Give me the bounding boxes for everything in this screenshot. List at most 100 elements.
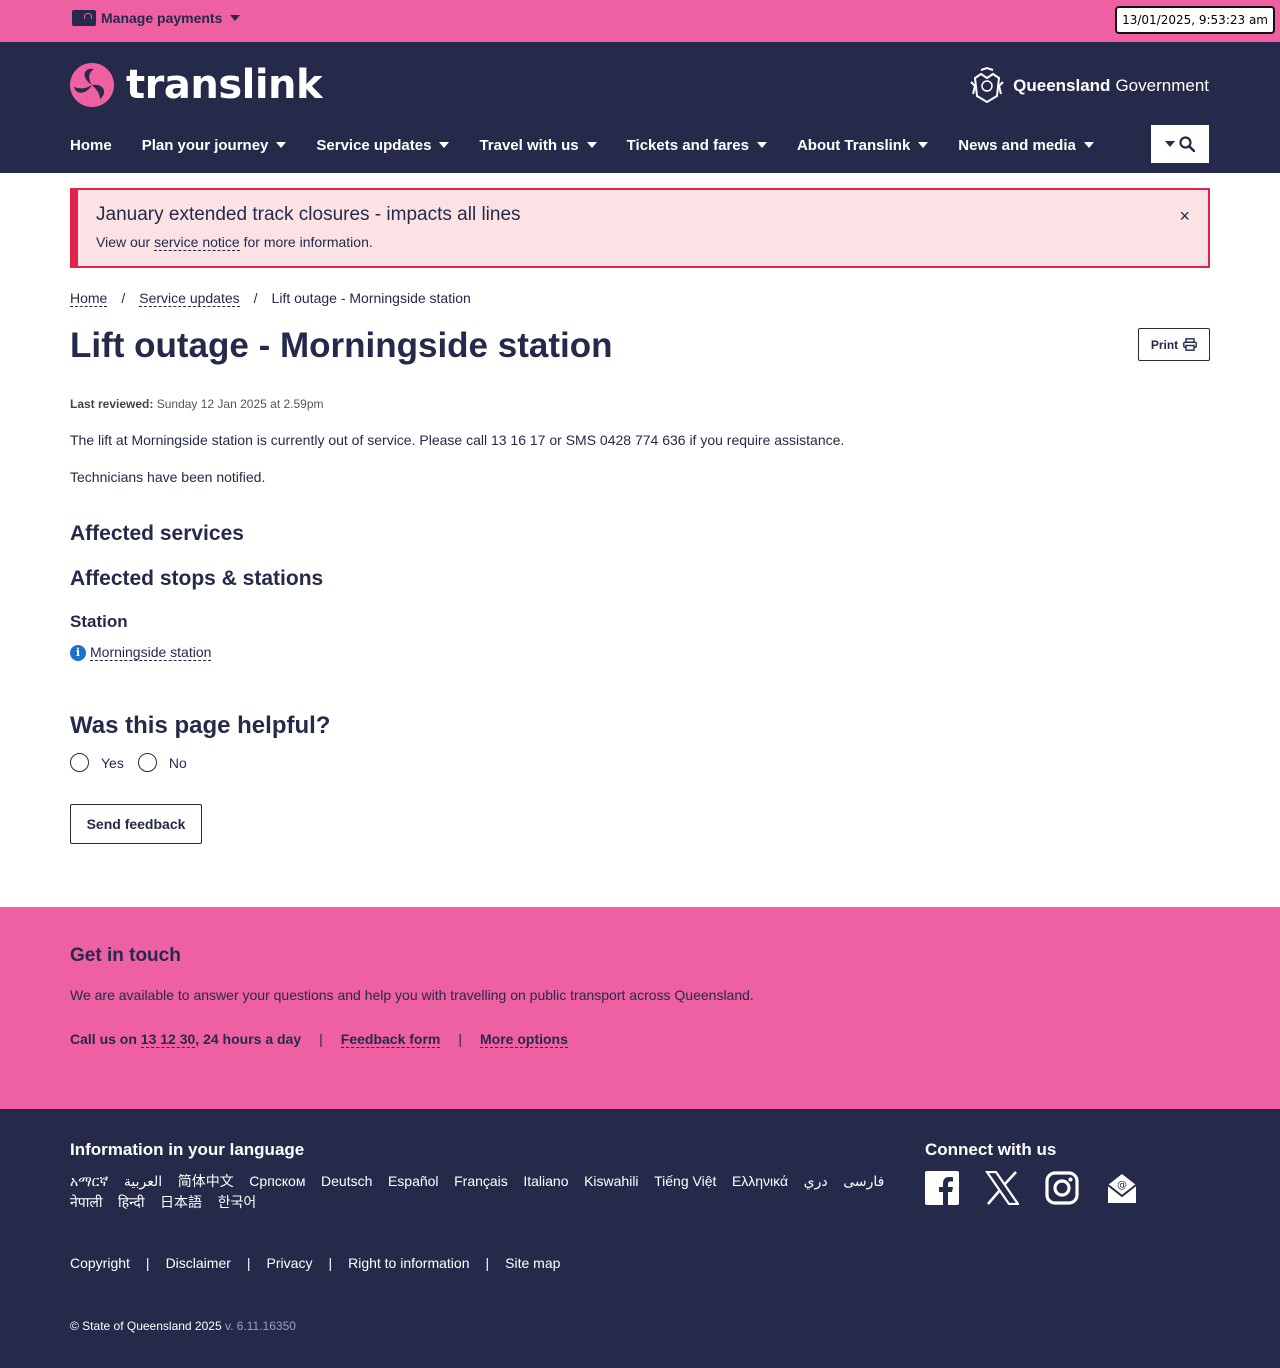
queensland-crest-icon <box>970 66 1004 104</box>
helpful-heading: Was this page helpful? <box>70 712 331 739</box>
send-feedback-button[interactable]: Send feedback <box>70 804 202 844</box>
email-icon[interactable]: @ <box>1105 1171 1139 1205</box>
language-link[interactable]: Српском <box>249 1171 305 1192</box>
language-link[interactable]: नेपाली <box>70 1192 102 1213</box>
language-link[interactable]: 简体中文 <box>178 1171 234 1192</box>
nav-plan-label: Plan your journey <box>141 136 269 154</box>
instagram-icon[interactable] <box>1045 1171 1079 1205</box>
feedback-form-link[interactable]: Feedback form <box>340 1031 441 1048</box>
datetime-display: 13/01/2025, 9:53:23 am <box>1115 6 1275 34</box>
copyright-link[interactable]: Copyright <box>70 1255 130 1271</box>
notice-paragraph-2: Technicians have been notified. <box>70 469 266 485</box>
language-link[interactable]: Español <box>388 1171 439 1192</box>
go-card-icon <box>72 10 96 26</box>
phone-link[interactable]: 13 12 30 <box>140 1031 196 1048</box>
manage-payments-menu[interactable]: Manage payments <box>72 10 241 26</box>
get-in-touch-section: Get in touch We are available to answer … <box>0 907 1280 1109</box>
breadcrumb-service-updates[interactable]: Service updates <box>139 290 240 307</box>
call-us-label: Call us on <box>70 1031 137 1047</box>
right-to-information-link[interactable]: Right to information <box>348 1255 469 1271</box>
breadcrumb-home[interactable]: Home <box>70 290 108 307</box>
more-options-link[interactable]: More options <box>480 1031 568 1048</box>
nav-news-and-media[interactable]: News and media <box>958 134 1094 156</box>
alert-text-pre: View our <box>96 234 151 250</box>
chevron-down-icon <box>586 142 597 148</box>
nav-tickets-and-fares[interactable]: Tickets and fares <box>627 134 767 156</box>
search-icon <box>1179 136 1195 152</box>
site-footer: Information in your language አማርኛ العربي… <box>0 1109 1280 1368</box>
site-map-link[interactable]: Site map <box>505 1255 560 1271</box>
printer-icon <box>1183 338 1198 351</box>
language-link[interactable]: 日本語 <box>160 1192 202 1213</box>
disclaimer-link[interactable]: Disclaimer <box>166 1255 231 1271</box>
privacy-link[interactable]: Privacy <box>267 1255 313 1271</box>
site-header: translink Queensland Government Home Pla… <box>0 42 1280 173</box>
legal-links: Copyright | Disclaimer | Privacy | Right… <box>70 1255 560 1271</box>
info-icon: i <box>70 644 86 661</box>
separator: | <box>485 1255 490 1271</box>
nav-tickets-label: Tickets and fares <box>626 136 749 154</box>
language-link[interactable]: Français <box>454 1171 508 1192</box>
nav-service-updates[interactable]: Service updates <box>316 134 450 156</box>
last-reviewed: Last reviewed: Sunday 12 Jan 2025 at 2.5… <box>70 397 324 411</box>
affected-stops-heading: Affected stops & stations <box>70 567 324 590</box>
gov-bold-text: Queensland <box>1013 76 1111 95</box>
station-heading: Station <box>70 612 128 631</box>
copyright-notice: © State of Queensland 2025 v. 6.11.16350 <box>70 1319 296 1333</box>
language-link[interactable]: हिन्दी <box>118 1192 144 1213</box>
affected-services-heading: Affected services <box>70 522 244 545</box>
station-item: i Morningside station <box>70 644 212 661</box>
separator: | <box>246 1255 251 1271</box>
service-alert: January extended track closures - impact… <box>70 188 1210 268</box>
helpful-radio-group: Yes No <box>70 753 201 772</box>
print-button[interactable]: Print <box>1138 328 1210 361</box>
language-link[interactable]: Tiếng Việt <box>654 1171 716 1192</box>
get-in-touch-heading: Get in touch <box>70 945 181 966</box>
nav-travel-label: Travel with us <box>479 136 579 154</box>
close-icon[interactable]: × <box>1179 206 1190 227</box>
nav-about-translink[interactable]: About Translink <box>797 134 929 156</box>
separator: | <box>458 1031 462 1047</box>
language-link[interactable]: አማርኛ <box>70 1171 108 1192</box>
breadcrumb-separator: / <box>253 290 258 306</box>
chevron-down-icon <box>230 15 241 21</box>
morningside-station-link[interactable]: Morningside station <box>90 644 212 661</box>
language-link[interactable]: Italiano <box>523 1171 568 1192</box>
search-button[interactable] <box>1151 125 1209 163</box>
language-link[interactable]: Kiswahili <box>584 1171 638 1192</box>
no-radio[interactable] <box>137 753 157 772</box>
language-link[interactable]: Ελληνικά <box>732 1171 788 1192</box>
top-bar: Manage payments 13/01/2025, 9:53:23 am <box>0 0 1280 42</box>
page-title: Lift outage - Morningside station <box>70 326 613 365</box>
breadcrumb-current: Lift outage - Morningside station <box>271 290 471 306</box>
nav-home[interactable]: Home <box>70 134 112 156</box>
nav-plan-your-journey[interactable]: Plan your journey <box>142 134 287 156</box>
yes-radio[interactable] <box>70 753 89 772</box>
social-links: @ <box>925 1170 1165 1206</box>
separator: | <box>319 1031 323 1047</box>
no-label[interactable]: No <box>169 755 187 771</box>
translink-logo[interactable]: translink <box>70 62 323 108</box>
language-link[interactable]: Deutsch <box>321 1171 372 1192</box>
queensland-government-logo[interactable]: Queensland Government <box>967 66 1209 106</box>
alert-text: View our service notice for more informa… <box>96 234 373 251</box>
language-link[interactable]: العربية <box>124 1171 162 1192</box>
separator: | <box>328 1255 333 1271</box>
language-link[interactable]: 한국어 <box>218 1192 257 1213</box>
last-reviewed-label: Last reviewed: <box>70 397 154 411</box>
facebook-icon[interactable] <box>925 1171 959 1205</box>
alert-text-post: for more information. <box>243 234 373 250</box>
print-label: Print <box>1150 337 1179 352</box>
nav-travel-with-us[interactable]: Travel with us <box>479 134 597 156</box>
x-icon[interactable] <box>984 1170 1021 1206</box>
last-reviewed-value: Sunday 12 Jan 2025 at 2.59pm <box>156 397 324 411</box>
yes-label[interactable]: Yes <box>101 755 124 771</box>
language-link[interactable]: فارسی <box>843 1171 884 1192</box>
language-link[interactable]: دري <box>804 1171 828 1192</box>
chevron-down-icon <box>756 142 767 148</box>
gov-text: Government <box>1115 76 1209 95</box>
breadcrumb-separator: / <box>121 290 126 306</box>
notice-paragraph-1: The lift at Morningside station is curre… <box>70 432 845 448</box>
manage-payments-label: Manage payments <box>101 10 223 26</box>
service-notice-link[interactable]: service notice <box>154 234 240 251</box>
